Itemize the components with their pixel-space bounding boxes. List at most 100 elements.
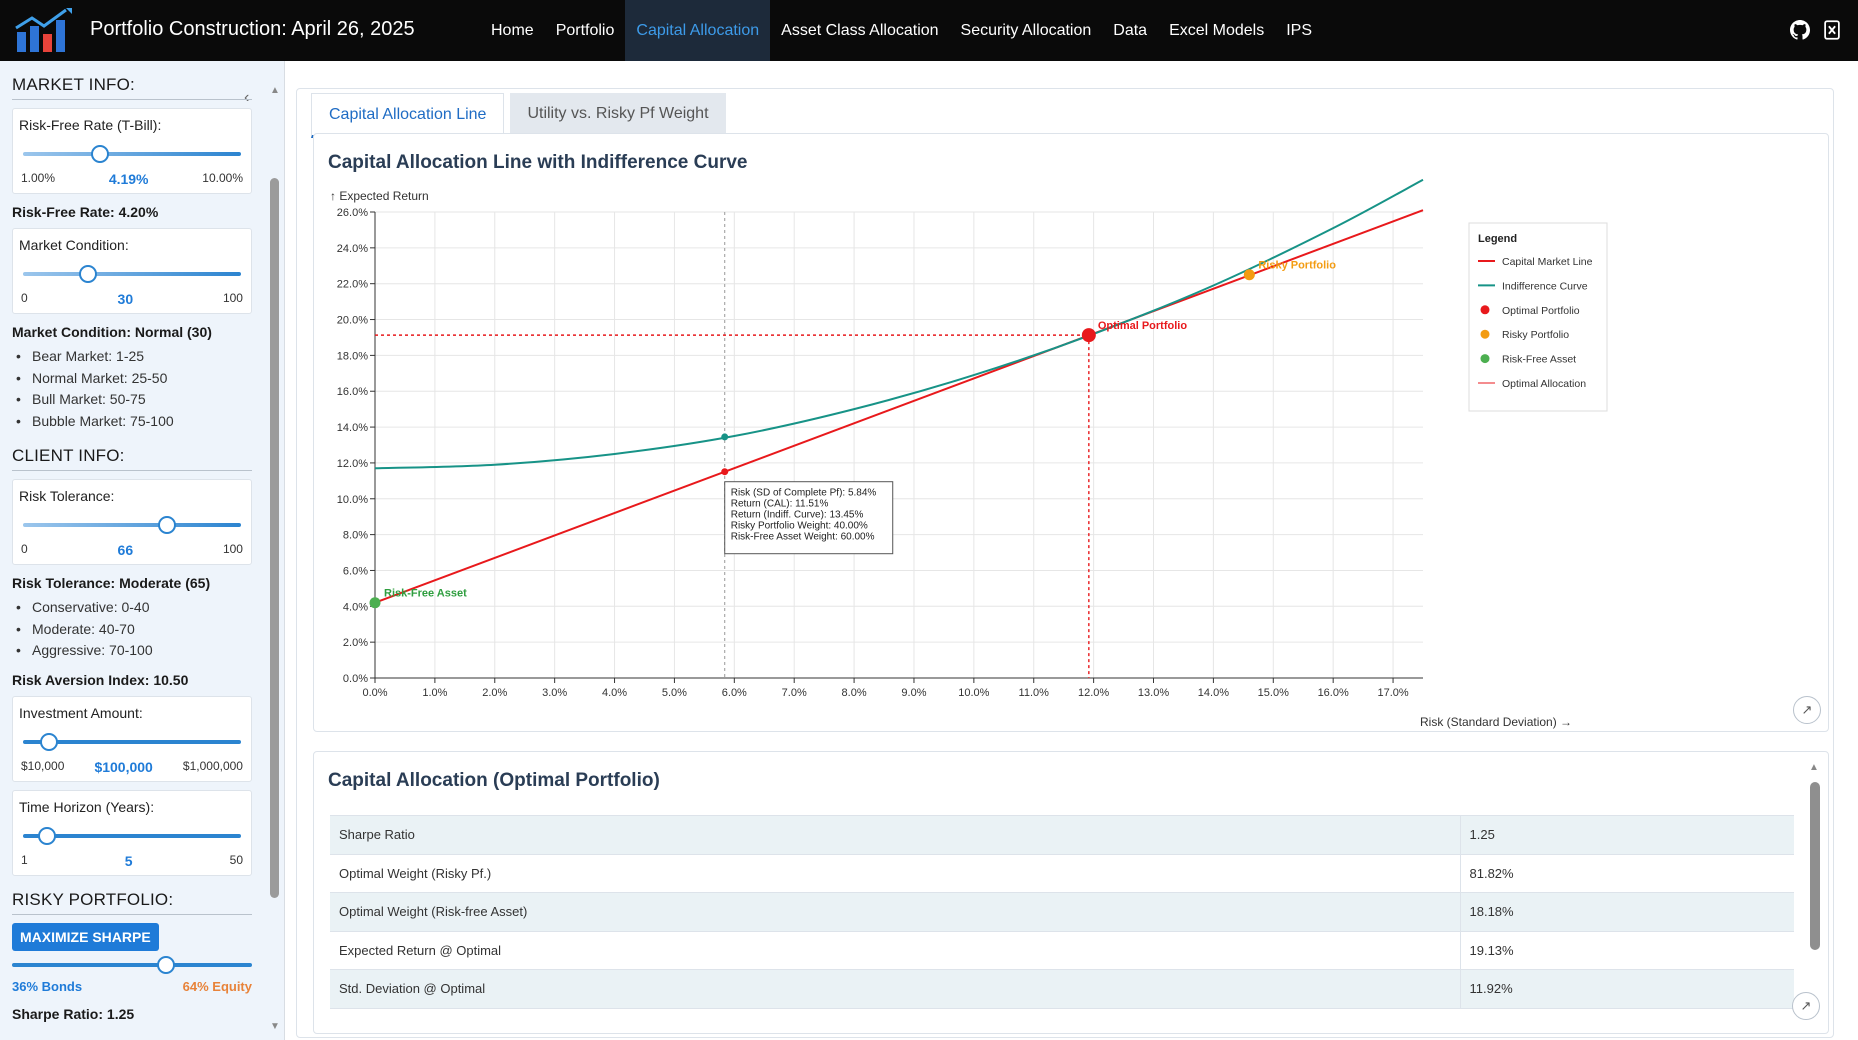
investment-amount-slider[interactable] — [23, 727, 241, 757]
tooltip-line: Risk-Free Asset Weight: 60.00% — [731, 532, 875, 543]
scrollbar-thumb[interactable] — [270, 178, 279, 898]
cal-chart[interactable]: ↑ Expected Return Risk (Standard Deviatio… — [314, 134, 1830, 733]
y-tick-label: 12.0% — [337, 458, 368, 470]
market-info-heading: MARKET INFO: — [12, 75, 252, 100]
scroll-up-arrow-icon[interactable]: ▲ — [270, 85, 280, 96]
slider-max-label: 100 — [222, 542, 243, 556]
risk-free-rate-slider[interactable] — [23, 139, 241, 169]
slider-min-label: 0 — [21, 291, 28, 305]
table-scrollbar[interactable]: ▲ ▼ — [1808, 762, 1820, 1024]
slider-min-label: 1 — [21, 852, 28, 867]
equity-percent-label: 64% Equity — [182, 978, 252, 994]
slider-max-label: 100 — [222, 291, 243, 305]
risk-tolerance-slider[interactable] — [23, 510, 241, 540]
tab-capital-allocation-line[interactable]: Capital Allocation Line — [311, 93, 505, 138]
investment-amount-card: Investment Amount: $10,000 $100,000 $1,0… — [12, 695, 252, 782]
nav-link-data[interactable]: Data — [1102, 0, 1158, 61]
y-tick-label: 4.0% — [343, 601, 368, 613]
y-axis-label: ↑ Expected Return — [330, 189, 429, 203]
legend-swatch — [1480, 329, 1490, 339]
y-tick-label: 0.0% — [343, 673, 368, 685]
sidebar-scrollbar[interactable] — [270, 83, 279, 1033]
nav-link-excel-models[interactable]: Excel Models — [1158, 0, 1275, 61]
excel-icon[interactable] — [1822, 20, 1842, 40]
slider-track[interactable] — [23, 523, 241, 527]
table-row: Optimal Weight (Risk-free Asset) 18.18% — [330, 892, 1794, 932]
point-risk-free-asset — [369, 597, 381, 609]
slider-thumb[interactable] — [156, 955, 175, 974]
risk-tolerance-label: Risk Tolerance: — [19, 488, 115, 504]
client-info-heading: CLIENT INFO: — [12, 446, 252, 471]
x-tick-label: 2.0% — [482, 687, 507, 699]
slider-value-label: 4.19% — [108, 171, 149, 187]
slider-track[interactable] — [23, 152, 241, 156]
y-tick-label: 24.0% — [337, 243, 368, 255]
metric-label: Sharpe Ratio — [330, 815, 1460, 855]
time-horizon-card: Time Horizon (Years): 1 5 50 — [12, 789, 252, 876]
nav-link-security-allocation[interactable]: Security Allocation — [950, 0, 1103, 61]
risk-aversion-text: Risk Aversion Index: 10.50 — [12, 671, 189, 688]
list-item: Normal Market: 25-50 — [12, 368, 252, 390]
risky-portfolio-heading: RISKY PORTFOLIO: — [12, 890, 252, 915]
slider-max-label: 10.00% — [202, 171, 243, 185]
table-title: Capital Allocation (Optimal Portfolio) — [328, 770, 660, 791]
slider-thumb[interactable] — [40, 732, 59, 751]
slider-thumb[interactable] — [157, 516, 176, 534]
legend-item-label: Optimal Portfolio — [1502, 305, 1580, 317]
legend-item-label: Risk-Free Asset — [1502, 354, 1576, 366]
slider-thumb[interactable] — [91, 145, 110, 163]
slider-thumb[interactable] — [37, 826, 56, 845]
maximize-sharpe-button[interactable]: MAXIMIZE SHARPE — [12, 922, 159, 951]
nav-link-portfolio[interactable]: Portfolio — [545, 0, 626, 61]
main-nav: Home Portfolio Capital Allocation Asset Cla… — [480, 0, 1323, 61]
time-horizon-label: Time Horizon (Years): — [19, 798, 155, 815]
top-navbar: Portfolio Construction: April 26, 2025 H… — [0, 0, 1858, 61]
slider-thumb[interactable] — [79, 265, 98, 283]
nav-link-home[interactable]: Home — [480, 0, 545, 61]
series-line-indifference-curve — [374, 178, 1424, 470]
x-tick-label: 8.0% — [842, 687, 867, 699]
bonds-percent-label: 36% Bonds — [12, 978, 83, 994]
expand-chart-icon[interactable]: ↗ — [1793, 696, 1821, 724]
nav-link-capital-allocation[interactable]: Capital Allocation — [625, 0, 771, 61]
y-tick-label: 2.0% — [343, 637, 368, 649]
nav-link-ips[interactable]: IPS — [1275, 0, 1323, 61]
x-tick-label: 11.0% — [1019, 687, 1050, 699]
market-condition-text: Market Condition: Normal (30) — [12, 324, 212, 340]
scrollbar-thumb[interactable] — [1810, 782, 1820, 950]
time-horizon-slider[interactable] — [23, 821, 241, 851]
slider-track[interactable] — [12, 962, 252, 967]
scroll-down-arrow-icon[interactable]: ▼ — [270, 1021, 280, 1032]
market-condition-slider[interactable] — [23, 259, 241, 289]
tab-utility-vs-risky-weight[interactable]: Utility vs. Risky Pf Weight — [510, 93, 726, 138]
x-tick-label: 4.0% — [602, 687, 627, 699]
optimal-portfolio-table: Sharpe Ratio 1.25 Optimal Weight (Risky Pf… — [330, 815, 1794, 1009]
point-label: Risk-Free Asset — [384, 588, 467, 600]
investment-amount-label: Investment Amount: — [19, 704, 143, 721]
table-card: Capital Allocation (Optimal Portfolio) S… — [313, 751, 1829, 1034]
main-content: Capital Allocation Line Utility vs. Risk… — [296, 88, 1834, 1038]
legend-item-label: Capital Market Line — [1502, 256, 1593, 268]
market-condition-list: Bear Market: 1-25 Normal Market: 25-50 B… — [12, 346, 252, 432]
legend-title: Legend — [1478, 233, 1517, 245]
table-row: Sharpe Ratio 1.25 — [330, 815, 1794, 855]
tooltip-line: Return (Indiff. Curve): 13.45% — [731, 510, 864, 521]
x-tick-label: 14.0% — [1198, 687, 1229, 699]
nav-link-asset-class-allocation[interactable]: Asset Class Allocation — [770, 0, 949, 61]
bond-equity-mix-slider[interactable] — [12, 953, 252, 977]
x-tick-label: 0.0% — [362, 687, 387, 699]
slider-track[interactable] — [23, 272, 241, 276]
slider-max-label: $1,000,000 — [182, 758, 243, 773]
bar-chart-logo-icon[interactable] — [14, 8, 76, 54]
x-tick-label: 1.0% — [422, 687, 447, 699]
expand-table-icon[interactable]: ↗ — [1792, 992, 1820, 1020]
scroll-up-arrow-icon[interactable]: ▲ — [1809, 762, 1819, 773]
point-label: Risky Portfolio — [1258, 260, 1336, 272]
github-icon[interactable] — [1790, 20, 1810, 40]
metric-value: 11.92% — [1459, 969, 1794, 1009]
risk-free-rate-card: Risk-Free Rate (T-Bill): 1.00% 4.19% 10.… — [12, 108, 252, 194]
risk-tolerance-card: Risk Tolerance: 0 66 100 — [12, 479, 252, 565]
x-tick-label: 16.0% — [1318, 687, 1349, 699]
metric-label: Expected Return @ Optimal — [330, 930, 1460, 970]
y-tick-label: 6.0% — [343, 565, 368, 577]
